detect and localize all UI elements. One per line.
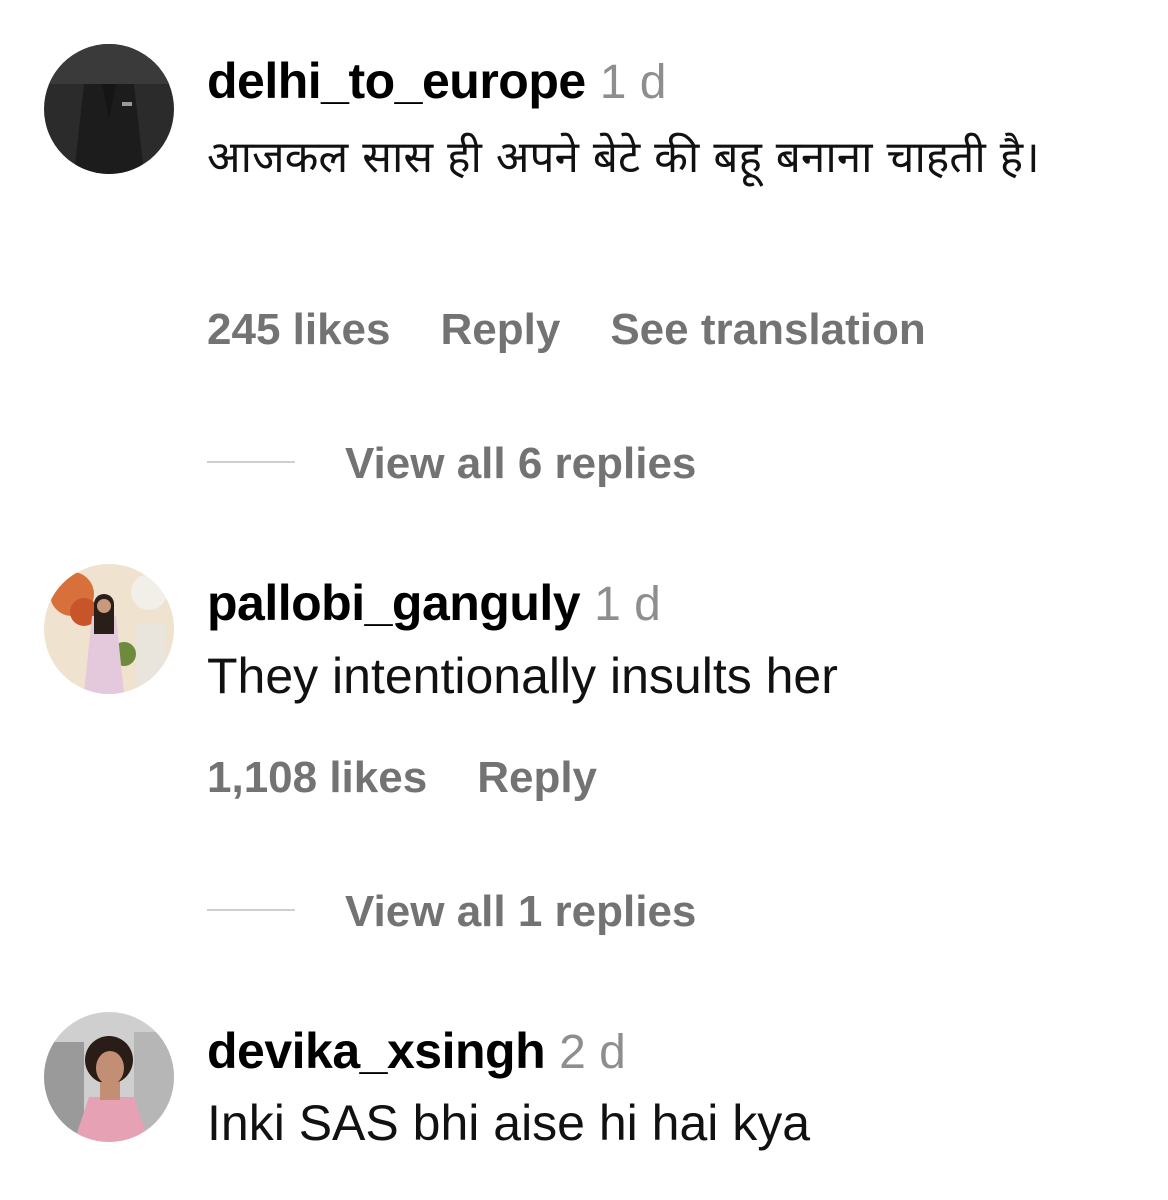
avatar[interactable]: [44, 1012, 174, 1142]
likes-count[interactable]: 245 likes: [207, 305, 391, 354]
divider-line: [207, 461, 295, 464]
comment-header: pallobi_ganguly 1 d: [207, 578, 661, 629]
avatar-image: [44, 44, 174, 174]
comment-actions: 1,108 likes Reply: [207, 756, 647, 800]
reply-button[interactable]: Reply: [477, 753, 597, 802]
comment-text: They intentionally insults her: [207, 648, 838, 704]
avatar[interactable]: [44, 44, 174, 174]
comment-actions: 245 likes Reply See translation: [207, 308, 976, 352]
divider-line: [207, 909, 295, 912]
username[interactable]: pallobi_ganguly: [207, 575, 581, 631]
view-replies-button[interactable]: View all 1 replies: [207, 890, 696, 934]
timestamp: 1 d: [594, 578, 661, 631]
view-replies-label: View all 1 replies: [345, 887, 697, 936]
comment-text: आजकल सास ही अपने बेटे की बहू बनाना चाहती…: [207, 132, 1040, 183]
timestamp: 1 d: [599, 56, 667, 109]
username[interactable]: delhi_to_europe: [207, 53, 586, 109]
comment-header: devika_xsingh 2 d: [207, 1026, 626, 1077]
view-replies-button[interactable]: View all 6 replies: [207, 442, 696, 486]
avatar-image: [44, 564, 174, 694]
avatar-image: [44, 1012, 174, 1142]
see-translation-button[interactable]: See translation: [610, 305, 925, 354]
view-replies-label: View all 6 replies: [345, 439, 697, 488]
reply-button[interactable]: Reply: [441, 305, 561, 354]
avatar[interactable]: [44, 564, 174, 694]
username[interactable]: devika_xsingh: [207, 1023, 546, 1079]
likes-count[interactable]: 1,108 likes: [207, 753, 427, 802]
comment-header: delhi_to_europe 1 d: [207, 56, 666, 107]
timestamp: 2 d: [559, 1026, 626, 1079]
comment-text: Inki SAS bhi aise hi hai kya: [207, 1095, 811, 1151]
